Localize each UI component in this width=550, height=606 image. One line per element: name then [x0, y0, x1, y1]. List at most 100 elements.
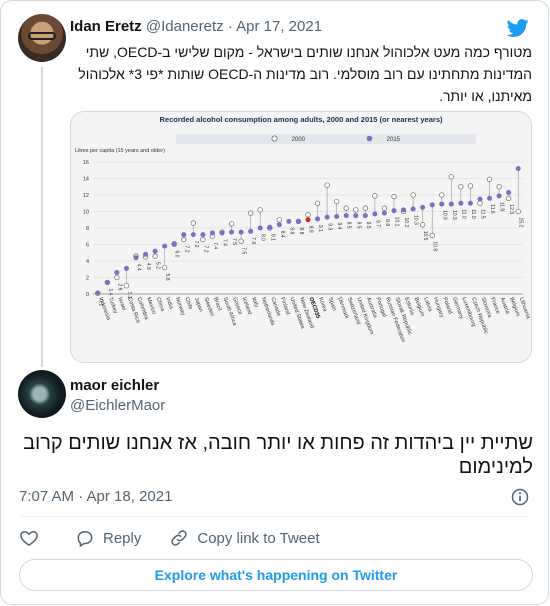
data-label: 10.9 [441, 210, 447, 220]
author-handle[interactable]: @EichlerMaor [70, 397, 165, 414]
point-2015 [238, 229, 244, 235]
data-label: 4.4 [136, 264, 142, 271]
point-2000 [314, 200, 321, 206]
point-2015 [171, 242, 177, 247]
data-label: 11.0 [470, 209, 476, 219]
point-2015 [200, 232, 206, 238]
point-2000 [200, 236, 206, 243]
point-2000 [467, 183, 474, 189]
data-label: 5.8 [164, 274, 170, 281]
data-label: 11.0 [460, 209, 466, 219]
explore-twitter-button[interactable]: Explore what's happening on Twitter [19, 559, 533, 591]
y-tick-label: 16 [83, 160, 89, 166]
point-2015 [229, 229, 235, 235]
data-label: 6.0 [174, 251, 180, 258]
twitter-bird-icon[interactable] [506, 17, 530, 39]
data-label: 15.2 [518, 218, 524, 228]
author-handle[interactable]: @Idaneretz [146, 18, 224, 35]
point-2015 [209, 230, 215, 236]
point-2015 [257, 225, 263, 231]
point-2000 [429, 232, 435, 239]
data-label: 9.5 [355, 222, 361, 229]
data-label: 11.9 [499, 202, 505, 212]
link-icon [171, 530, 188, 546]
reply-button[interactable]: Reply [75, 528, 141, 548]
info-icon[interactable] [510, 487, 530, 507]
data-label: 7.4 [212, 242, 218, 249]
data-label: 1.4 [107, 288, 113, 295]
point-2015 [190, 232, 196, 238]
data-label: 7.2 [202, 246, 208, 253]
tweet-timestamp[interactable]: 7:07 AM · Apr 18, 2021 [19, 488, 172, 505]
avatar[interactable] [18, 14, 66, 62]
data-label: 11.6 [489, 204, 495, 214]
point-2015 [114, 270, 120, 276]
data-label: 8.8 [288, 227, 294, 234]
data-label: 7.4 [222, 239, 228, 246]
point-2000 [381, 205, 388, 211]
author-name[interactable]: Idan Eretz [70, 18, 142, 35]
tweet-text: שתיית יין ביהדות זה פחות או יותר חובה, א… [23, 432, 533, 478]
point-2000 [305, 212, 311, 218]
tweet-header: Idan Eretz @Idaneretz · Apr 17, 2021 [70, 18, 322, 35]
x-tick-label: Chile [183, 297, 193, 311]
copy-link-label: Copy link to Tweet [197, 529, 320, 547]
copy-link-button[interactable]: Copy link to Tweet [169, 528, 320, 548]
data-label: 10.1 [394, 217, 400, 227]
data-label: 9.8 [384, 219, 390, 226]
x-tick-label: Italy [250, 297, 259, 309]
point-2000 [410, 192, 416, 198]
point-2015 [353, 213, 359, 219]
tweet-date[interactable]: Apr 17, 2021 [236, 18, 322, 35]
avatar[interactable] [18, 370, 66, 418]
data-label: 9.3 [327, 223, 333, 230]
point-2000 [343, 205, 349, 211]
thread-connector-line [41, 67, 43, 367]
point-2015 [305, 217, 311, 223]
author-name[interactable]: maor eichler [70, 377, 159, 394]
point-2015 [295, 218, 301, 224]
point-2000 [391, 193, 397, 200]
point-2015 [401, 207, 407, 213]
data-label: 7.2 [183, 246, 189, 253]
tweet-media-chart[interactable]: Recorded alcohol consumption among adult… [70, 111, 532, 363]
point-2015 [381, 210, 387, 216]
data-label: 10.5 [422, 231, 428, 241]
heart-icon [20, 530, 38, 546]
point-2015 [458, 200, 464, 206]
point-2015 [467, 200, 473, 206]
point-2000 [257, 207, 263, 213]
data-label: 7.5 [241, 247, 247, 254]
point-2015 [162, 243, 168, 249]
data-label: 5.2 [155, 262, 161, 269]
like-button[interactable] [19, 528, 47, 548]
data-label: 9.4 [336, 222, 342, 229]
point-2015 [95, 290, 101, 296]
point-2015 [429, 202, 435, 208]
point-2000 [228, 221, 235, 227]
point-2000 [448, 174, 454, 180]
data-label: 9.1 [317, 225, 323, 232]
point-2000 [334, 198, 340, 205]
data-label: 9.7 [374, 220, 380, 227]
point-2015 [133, 255, 139, 261]
point-2000 [362, 205, 368, 211]
data-label: 10.9 [451, 210, 457, 220]
point-2015 [372, 211, 378, 217]
point-2015 [496, 193, 502, 199]
data-label: 8.0 [260, 234, 266, 241]
y-tick-label: 0 [86, 292, 89, 298]
point-2000 [458, 184, 464, 190]
tweet-embed-card: Idan Eretz @Idaneretz · Apr 17, 2021 מטו… [0, 0, 549, 605]
point-2015 [248, 228, 254, 234]
point-2015 [267, 224, 273, 230]
point-2015 [410, 206, 416, 212]
y-tick-label: 6 [86, 243, 89, 249]
point-2000 [372, 193, 378, 199]
data-label: 8.4 [279, 231, 285, 238]
point-2000 [496, 184, 502, 190]
point-2000 [420, 222, 426, 228]
divider [19, 516, 530, 517]
data-label: 7.6 [250, 237, 256, 244]
y-tick-label: 12 [83, 193, 89, 199]
